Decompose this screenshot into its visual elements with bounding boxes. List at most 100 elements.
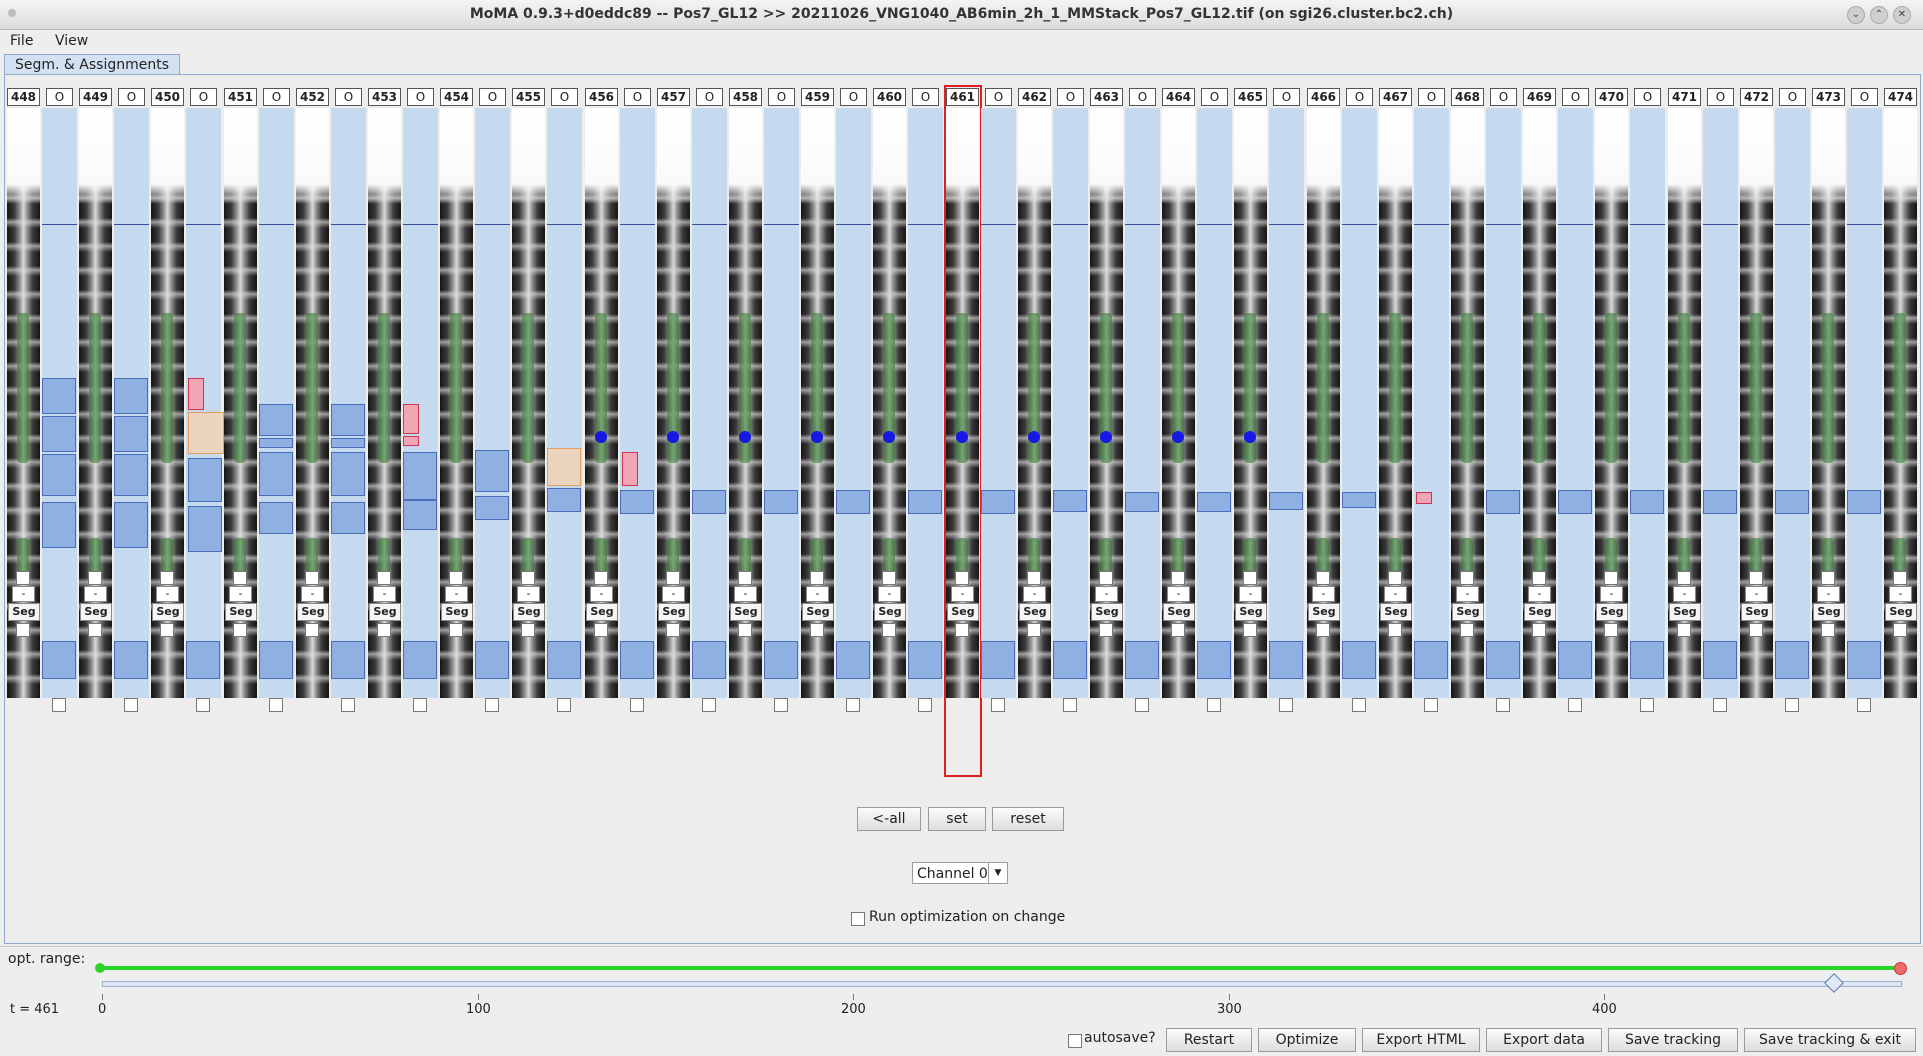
assignment-area[interactable] bbox=[259, 108, 294, 698]
segment-assignment[interactable] bbox=[1416, 492, 1432, 504]
frame-seg-button[interactable]: Seg bbox=[1741, 603, 1773, 621]
segment-assignment[interactable] bbox=[1414, 641, 1448, 679]
assignment-area[interactable] bbox=[547, 108, 582, 698]
frame-seg-button[interactable]: Seg bbox=[1235, 603, 1267, 621]
segment-assignment[interactable] bbox=[331, 641, 365, 679]
gap-label[interactable]: O bbox=[840, 88, 867, 106]
gap-checkbox[interactable] bbox=[1496, 698, 1510, 712]
segment-assignment[interactable] bbox=[259, 641, 293, 679]
frame-seg-button[interactable]: Seg bbox=[874, 603, 906, 621]
assignment-area[interactable] bbox=[1558, 108, 1593, 698]
frame-seg-button[interactable]: Seg bbox=[297, 603, 329, 621]
frame-column[interactable]: 452 - Seg bbox=[295, 86, 331, 776]
export-data-button[interactable]: Export data bbox=[1486, 1028, 1602, 1052]
frame-seg-button[interactable]: Seg bbox=[1019, 603, 1051, 621]
frame-checkbox-bottom[interactable] bbox=[594, 623, 608, 637]
frame-checkbox-top[interactable] bbox=[1821, 571, 1835, 585]
frame-checkbox-bottom[interactable] bbox=[1821, 623, 1835, 637]
frame-minus-button[interactable]: - bbox=[806, 586, 829, 602]
frame-column[interactable]: 459 - Seg bbox=[800, 86, 836, 776]
segment-assignment[interactable] bbox=[1703, 641, 1737, 679]
assignment-area[interactable] bbox=[1053, 108, 1088, 698]
frame-column[interactable]: 465 - Seg bbox=[1233, 86, 1269, 776]
frame-minus-button[interactable]: - bbox=[1023, 586, 1046, 602]
frame-checkbox-top[interactable] bbox=[1749, 571, 1763, 585]
frame-checkbox-bottom[interactable] bbox=[1460, 623, 1474, 637]
frame-checkbox-top[interactable] bbox=[1171, 571, 1185, 585]
segment-assignment[interactable] bbox=[1847, 641, 1881, 679]
segment-assignment[interactable] bbox=[547, 488, 581, 512]
segment-assignment[interactable] bbox=[1703, 490, 1737, 514]
gap-label[interactable]: O bbox=[335, 88, 362, 106]
frame-column[interactable]: 463 - Seg bbox=[1089, 86, 1125, 776]
channel-select[interactable]: Channel 0 ▼ bbox=[912, 862, 1008, 884]
assignment-area[interactable] bbox=[836, 108, 871, 698]
frame-seg-button[interactable]: Seg bbox=[80, 603, 112, 621]
run-optimization-checkbox[interactable] bbox=[851, 912, 865, 926]
gap-checkbox[interactable] bbox=[1785, 698, 1799, 712]
segment-assignment[interactable] bbox=[403, 500, 437, 530]
segment-assignment[interactable] bbox=[114, 641, 148, 679]
segment-assignment[interactable] bbox=[403, 641, 437, 679]
frame-seg-button[interactable]: Seg bbox=[730, 603, 762, 621]
save-tracking-exit-button[interactable]: Save tracking & exit bbox=[1744, 1028, 1916, 1052]
frame-column[interactable]: 467 - Seg bbox=[1378, 86, 1414, 776]
frame-checkbox-bottom[interactable] bbox=[1388, 623, 1402, 637]
frame-column[interactable]: 454 - Seg bbox=[439, 86, 475, 776]
frame-checkbox-bottom[interactable] bbox=[1027, 623, 1041, 637]
frame-checkbox-bottom[interactable] bbox=[1532, 623, 1546, 637]
assignment-panel[interactable]: O bbox=[692, 86, 727, 776]
frame-seg-button[interactable]: Seg bbox=[1380, 603, 1412, 621]
gap-checkbox[interactable] bbox=[341, 698, 355, 712]
frame-checkbox-bottom[interactable] bbox=[810, 623, 824, 637]
frame-checkbox-bottom[interactable] bbox=[88, 623, 102, 637]
segment-assignment[interactable] bbox=[692, 490, 726, 514]
assignment-area[interactable] bbox=[981, 108, 1016, 698]
frame-checkbox-top[interactable] bbox=[521, 571, 535, 585]
segment-assignment[interactable] bbox=[1053, 641, 1087, 679]
segment-assignment[interactable] bbox=[188, 458, 222, 502]
frame-seg-button[interactable]: Seg bbox=[225, 603, 257, 621]
gap-label[interactable]: O bbox=[1707, 88, 1734, 106]
opt-range-slider[interactable] bbox=[98, 966, 1902, 970]
assignment-area[interactable] bbox=[1269, 108, 1304, 698]
frame-seg-button[interactable]: Seg bbox=[658, 603, 690, 621]
assignment-panel[interactable]: O bbox=[1775, 86, 1810, 776]
segment-assignment[interactable] bbox=[331, 452, 365, 496]
frame-checkbox-bottom[interactable] bbox=[738, 623, 752, 637]
frame-seg-button[interactable]: Seg bbox=[1091, 603, 1123, 621]
assignment-area[interactable] bbox=[331, 108, 366, 698]
assignment-area[interactable] bbox=[1414, 108, 1449, 698]
segment-assignment[interactable] bbox=[620, 490, 654, 514]
frame-checkbox-bottom[interactable] bbox=[1099, 623, 1113, 637]
assignment-area[interactable] bbox=[1630, 108, 1665, 698]
frame-column[interactable]: 448 - Seg bbox=[6, 86, 42, 776]
gap-label[interactable]: O bbox=[118, 88, 145, 106]
frame-minus-button[interactable]: - bbox=[84, 586, 107, 602]
frame-column[interactable]: 474 - Seg bbox=[1883, 86, 1919, 776]
assignment-panel[interactable]: O bbox=[836, 86, 871, 776]
frame-checkbox-bottom[interactable] bbox=[305, 623, 319, 637]
segment-assignment[interactable] bbox=[188, 506, 222, 552]
frame-seg-button[interactable]: Seg bbox=[1885, 603, 1917, 621]
segment-assignment[interactable] bbox=[1269, 641, 1303, 679]
assignment-area[interactable] bbox=[1197, 108, 1232, 698]
gap-label[interactable]: O bbox=[1346, 88, 1373, 106]
gap-label[interactable]: O bbox=[624, 88, 651, 106]
frame-seg-button[interactable]: Seg bbox=[1669, 603, 1701, 621]
assignment-panel[interactable]: O bbox=[331, 86, 366, 776]
frame-minus-button[interactable]: - bbox=[1456, 586, 1479, 602]
frame-checkbox-top[interactable] bbox=[233, 571, 247, 585]
gap-label[interactable]: O bbox=[1490, 88, 1517, 106]
assignment-panel[interactable]: O bbox=[259, 86, 294, 776]
assignment-panel[interactable]: O bbox=[764, 86, 799, 776]
time-slider[interactable] bbox=[102, 981, 1902, 987]
frame-minus-button[interactable]: - bbox=[1889, 586, 1912, 602]
segment-assignment[interactable] bbox=[114, 416, 148, 452]
frame-column[interactable]: 462 - Seg bbox=[1017, 86, 1053, 776]
frame-checkbox-top[interactable] bbox=[738, 571, 752, 585]
frame-seg-button[interactable]: Seg bbox=[8, 603, 40, 621]
segment-assignment[interactable] bbox=[42, 378, 76, 414]
gap-checkbox[interactable] bbox=[1207, 698, 1221, 712]
frame-minus-button[interactable]: - bbox=[517, 586, 540, 602]
